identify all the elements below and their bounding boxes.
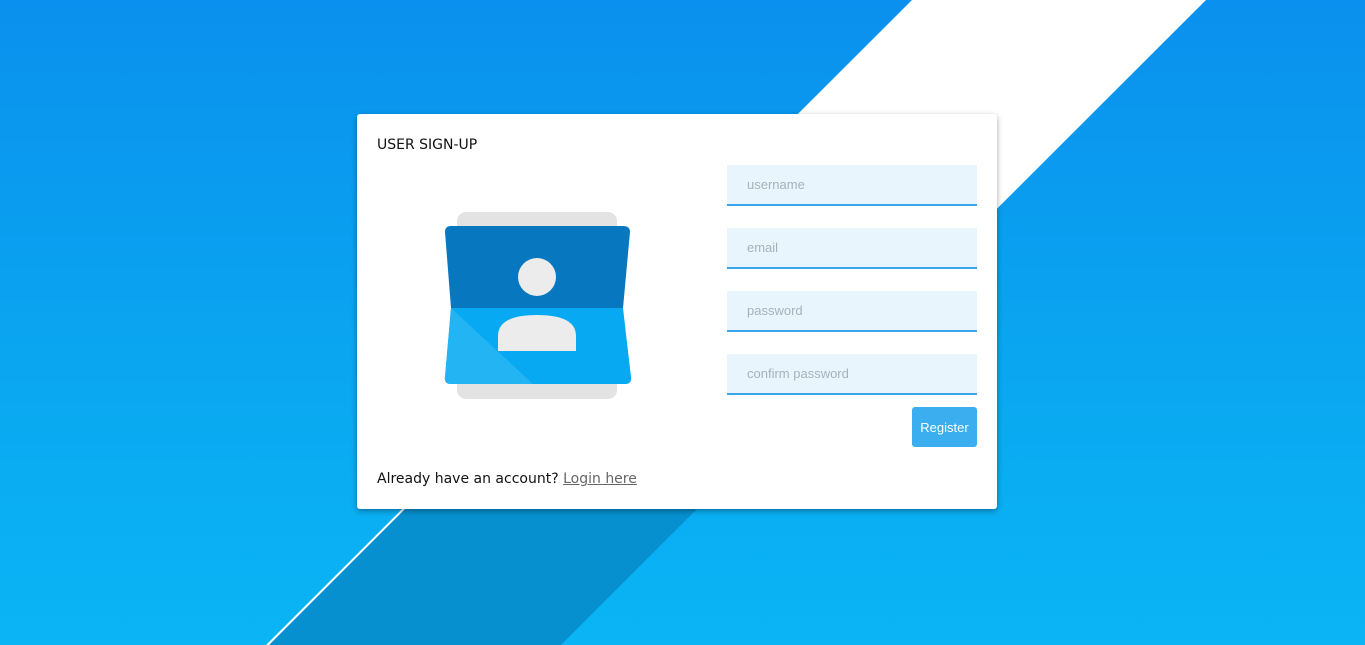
register-button[interactable]: Register	[912, 407, 977, 447]
card-title: USER SIGN-UP	[377, 137, 478, 153]
password-input[interactable]	[727, 291, 977, 332]
account-box-icon	[444, 212, 632, 399]
login-prompt-text: Already have an account?	[377, 471, 559, 487]
login-prompt: Already have an account? Login here	[377, 471, 637, 487]
dark-stripe	[269, 509, 697, 645]
confirm-password-input[interactable]	[727, 354, 977, 395]
username-input[interactable]	[727, 165, 977, 206]
login-link[interactable]: Login here	[563, 471, 637, 487]
email-input[interactable]	[727, 228, 977, 269]
signup-card: USER SIGN-UP Register Already have an ac…	[357, 114, 997, 509]
